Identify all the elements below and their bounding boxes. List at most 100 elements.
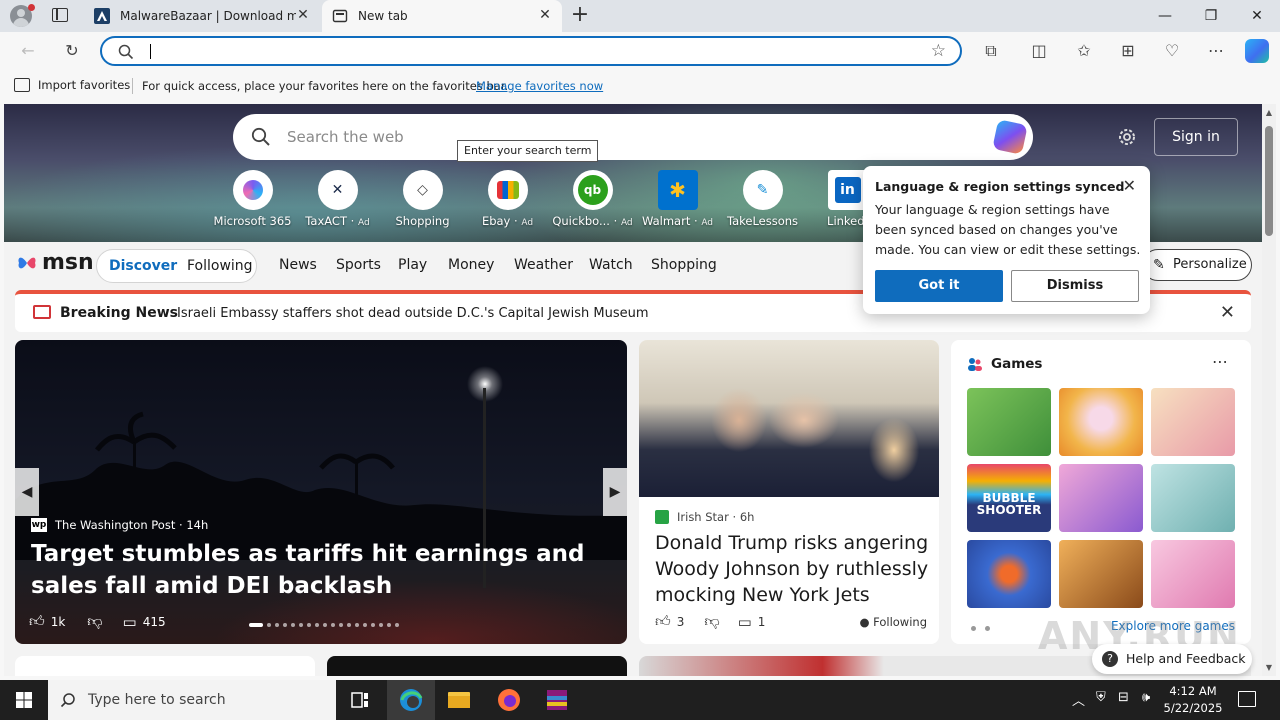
more-options-icon[interactable]: ⋯	[1205, 40, 1227, 62]
minimize-icon[interactable]: —	[1142, 0, 1188, 32]
copilot-icon[interactable]	[1245, 39, 1269, 63]
nav-link-news[interactable]: News	[279, 257, 317, 273]
file-explorer-icon[interactable]	[435, 680, 483, 720]
copilot-search-icon[interactable]	[992, 119, 1028, 155]
more-options-icon[interactable]: ⋯	[1212, 352, 1229, 371]
volume-icon[interactable]: 🕪︎	[1142, 690, 1150, 705]
following-label: Following	[873, 615, 927, 629]
sign-in-button[interactable]: Sign in	[1154, 118, 1238, 156]
games-pagination[interactable]	[971, 626, 999, 631]
quick-link-walmart[interactable]: ✱ Walmart · Ad	[635, 170, 720, 228]
following-indicator[interactable]: ● Following	[859, 615, 927, 629]
tab-malwarebazaar[interactable]: MalwareBazaar | Download malware samples…	[84, 0, 320, 32]
personalize-button[interactable]: Personalize	[1142, 249, 1252, 281]
story-actions: 👍︎ 1k 👎︎ ▭ 415	[29, 612, 166, 631]
show-hidden-icons-chevron-icon[interactable]: ︿	[1072, 690, 1085, 709]
network-icon[interactable]: ⊟	[1118, 690, 1129, 705]
restore-icon[interactable]: ❐	[1188, 0, 1234, 32]
quick-link-ebay[interactable]: Ebay · Ad	[465, 170, 550, 228]
like-icon[interactable]: 👍︎	[29, 612, 45, 631]
page-scrollbar[interactable]: ▲ ▼	[1262, 104, 1276, 676]
tab-discover[interactable]: Discover	[109, 258, 177, 274]
tab-close-icon[interactable]: ✕	[538, 8, 552, 22]
game-tile-fashion[interactable]	[1151, 388, 1235, 456]
comment-icon[interactable]: ▭	[738, 613, 752, 631]
close-icon[interactable]: ✕	[1123, 176, 1136, 195]
winrar-icon[interactable]	[533, 680, 581, 720]
favorite-star-icon[interactable]: ☆	[931, 41, 946, 61]
quick-link-microsoft-365[interactable]: Microsoft 365	[210, 170, 295, 228]
news-card[interactable]: Irish Star · 6h Donald Trump risks anger…	[639, 340, 939, 644]
nav-link-weather[interactable]: Weather	[514, 257, 573, 273]
refresh-icon[interactable]: ↻	[61, 40, 83, 62]
quick-link-takelessons[interactable]: ✎ TakeLessons	[720, 170, 805, 228]
tab-close-icon[interactable]: ✕	[296, 8, 310, 22]
browser-essentials-icon[interactable]: ♡	[1161, 40, 1183, 62]
address-input[interactable]	[148, 42, 908, 60]
carousel-dots[interactable]	[249, 623, 403, 627]
taskbar-search-box[interactable]: Type here to search	[48, 680, 336, 720]
split-screen-icon[interactable]: ◫	[1028, 40, 1050, 62]
nav-link-shopping[interactable]: Shopping	[651, 257, 717, 273]
scroll-up-icon[interactable]: ▲	[1264, 108, 1274, 117]
msn-logo[interactable]: msn	[16, 250, 94, 275]
import-favorites-button[interactable]: Import favorites	[14, 78, 130, 92]
game-tile-fish[interactable]	[967, 540, 1051, 608]
game-tile-bubble-shooter[interactable]: BUBBLE SHOOTER	[967, 464, 1051, 532]
tab-following[interactable]: Following	[187, 258, 253, 274]
clock-date: 5/22/2025	[1163, 701, 1223, 715]
manage-favorites-link[interactable]: Manage favorites now	[476, 79, 603, 93]
nav-link-watch[interactable]: Watch	[589, 257, 633, 273]
top-story-carousel[interactable]: ◀ ▶ wp The Washington Post · 14h Target …	[15, 340, 627, 644]
favorites-icon[interactable]: ✩	[1073, 40, 1095, 62]
extensions-icon[interactable]: ⧉	[980, 40, 1002, 62]
tab-new-tab[interactable]: New tab ✕	[322, 0, 562, 32]
breaking-news-headline[interactable]: Israeli Embassy staffers shot dead outsi…	[177, 306, 649, 321]
nav-link-money[interactable]: Money	[448, 257, 494, 273]
game-tile-cupcake[interactable]	[1059, 388, 1143, 456]
scroll-thumb[interactable]	[1265, 126, 1273, 236]
card-peek[interactable]	[15, 656, 315, 676]
game-tile-dressup[interactable]	[1151, 540, 1235, 608]
close-icon[interactable]: ✕	[1220, 302, 1235, 323]
carousel-prev-icon[interactable]: ◀	[15, 468, 39, 516]
web-search-box[interactable]	[233, 114, 1033, 160]
story-headline[interactable]: Donald Trump risks angering Woody Johnso…	[655, 530, 929, 608]
scroll-down-icon[interactable]: ▼	[1264, 663, 1274, 672]
quick-link-taxact[interactable]: ✕ TaxACT · Ad	[295, 170, 380, 228]
new-tab-plus-icon[interactable]: +	[570, 4, 590, 26]
game-tile-makeup[interactable]	[1059, 464, 1143, 532]
security-shield-icon[interactable]: ⛨	[1096, 690, 1106, 705]
dislike-icon[interactable]: 👎︎	[704, 612, 719, 631]
like-icon[interactable]: 👍︎	[655, 612, 671, 631]
address-bar[interactable]: ☆	[100, 36, 962, 66]
tab-actions-icon[interactable]	[52, 8, 68, 22]
game-tile-doctor[interactable]	[1151, 464, 1235, 532]
divider	[132, 78, 133, 94]
window-close-icon[interactable]: ✕	[1234, 0, 1280, 32]
game-tile-adventure[interactable]	[1059, 540, 1143, 608]
firefox-icon[interactable]	[485, 680, 533, 720]
got-it-button[interactable]: Got it	[875, 270, 1003, 302]
nav-link-play[interactable]: Play	[398, 257, 427, 273]
task-view-icon[interactable]	[336, 680, 384, 720]
card-peek[interactable]	[327, 656, 627, 676]
system-clock[interactable]: 4:12 AM 5/22/2025	[1158, 683, 1228, 717]
quick-link-quickbooks[interactable]: qb Quickbo... · Ad	[550, 170, 635, 228]
carousel-next-icon[interactable]: ▶	[603, 468, 627, 516]
quick-link-shopping[interactable]: ◇ Shopping	[380, 170, 465, 228]
story-headline[interactable]: Target stumbles as tariffs hit earnings …	[31, 538, 611, 602]
web-search-input[interactable]	[287, 126, 947, 148]
game-tile-puzzle[interactable]	[967, 388, 1051, 456]
dislike-icon[interactable]: 👎︎	[87, 612, 102, 631]
collections-icon[interactable]: ⊞	[1117, 40, 1139, 62]
dismiss-button[interactable]: Dismiss	[1011, 270, 1139, 302]
nav-link-sports[interactable]: Sports	[336, 257, 381, 273]
settings-gear-icon[interactable]	[1115, 125, 1139, 149]
notifications-icon[interactable]	[1238, 691, 1256, 707]
back-arrow-icon[interactable]: ←	[17, 40, 39, 62]
help-and-feedback-button[interactable]: Help and Feedback	[1092, 644, 1252, 674]
windows-start-icon[interactable]	[0, 680, 48, 720]
edge-browser-icon[interactable]	[387, 680, 435, 720]
comment-icon[interactable]: ▭	[123, 613, 137, 631]
